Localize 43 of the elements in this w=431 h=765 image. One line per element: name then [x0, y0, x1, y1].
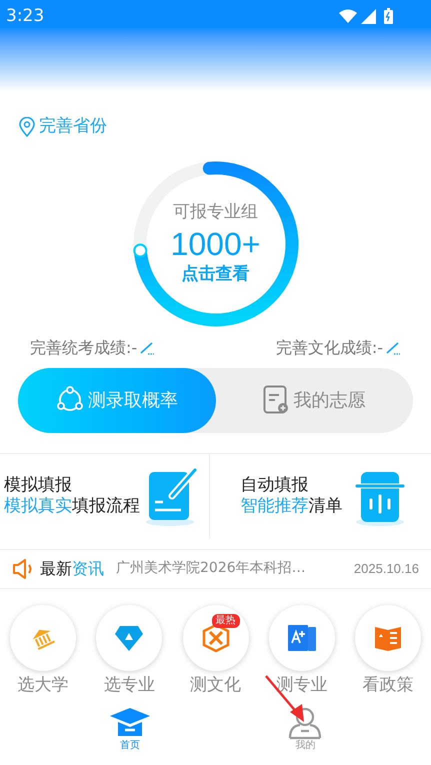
feature-card[interactable]: 模拟填报 模拟真实填报流程: [0, 454, 210, 538]
shortcut-button[interactable]: [268, 604, 335, 670]
nav-item[interactable]: 首页: [108, 706, 152, 752]
shortcut-button[interactable]: [10, 604, 76, 670]
hot-badge: 最热: [212, 614, 240, 628]
speaker-icon: [12, 558, 34, 578]
gauge-count: 1000+: [170, 224, 260, 264]
shortcut-label: 选专业: [104, 674, 155, 696]
tab[interactable]: 测录取概率: [18, 368, 216, 432]
document-icon: [263, 385, 290, 415]
news-label: 最新资讯: [40, 558, 104, 580]
location-link[interactable]: 完善省份: [19, 114, 107, 140]
card-title: 模拟填报: [4, 474, 73, 496]
signal-icon: [361, 8, 376, 24]
battery-icon: [384, 8, 393, 24]
nav-item[interactable]: 我的: [287, 706, 324, 752]
location-pin-icon: [19, 116, 35, 137]
shortcut-label: 测专业: [276, 674, 328, 696]
feature-card[interactable]: 自动填报 智能推荐清单: [210, 454, 431, 538]
shortcut-button[interactable]: [355, 604, 421, 670]
news-date: 2025.10.16: [354, 560, 419, 578]
edit-icon[interactable]: [139, 340, 156, 354]
status-time: 3:23: [6, 5, 44, 28]
gauge-caption: 可报专业组: [173, 202, 258, 224]
score-prompt[interactable]: 完善统考成绩:-: [30, 336, 138, 360]
tab[interactable]: 我的志愿: [216, 368, 413, 432]
card-subtitle: 智能推荐清单: [240, 496, 342, 518]
view-link[interactable]: 点击查看: [182, 264, 250, 285]
shortcut-button[interactable]: [96, 604, 162, 670]
shortcut-label: 看政策: [362, 674, 414, 696]
shortcut-label: 选大学: [18, 674, 68, 696]
score-prompt[interactable]: 完善文化成绩:-: [276, 336, 383, 360]
edit-icon[interactable]: [385, 340, 401, 354]
shortcut-button[interactable]: 最热: [182, 604, 248, 670]
news-headline[interactable]: 广州美术学院2026年本科招…: [116, 558, 306, 579]
nodes-icon: [56, 386, 84, 414]
shortcut-label: 测文化: [190, 674, 241, 696]
card-subtitle: 模拟真实填报流程: [4, 496, 140, 518]
card-title: 自动填报: [240, 474, 310, 496]
person-icon: [287, 706, 324, 740]
gem-icon: [114, 624, 144, 652]
wifi-icon: [339, 9, 357, 23]
grade-card-icon: [286, 622, 318, 652]
